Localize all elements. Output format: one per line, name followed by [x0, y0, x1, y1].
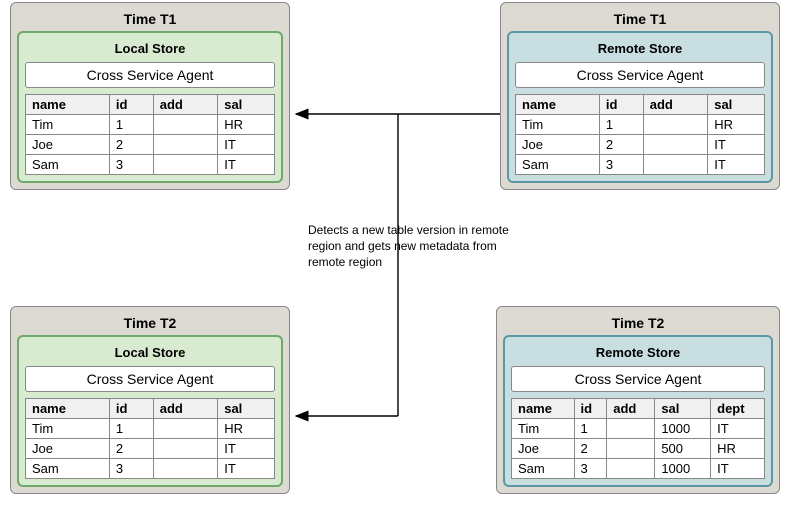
- panel-t2-remote: Time T2 Remote Store Cross Service Agent…: [496, 306, 780, 494]
- data-table-t1-local: name id add sal Tim 1 HR Joe 2 IT: [25, 94, 275, 175]
- col-id: id: [599, 95, 643, 115]
- table-row: Joe 2 IT: [26, 439, 275, 459]
- caption-text: Detects a new table version in remote re…: [308, 222, 518, 271]
- store-title: Local Store: [25, 39, 275, 62]
- col-dept: dept: [711, 399, 765, 419]
- table-header-row: name id add sal dept: [512, 399, 765, 419]
- panel-t2-local: Time T2 Local Store Cross Service Agent …: [10, 306, 290, 494]
- store-remote-t1: Remote Store Cross Service Agent name id…: [507, 31, 773, 183]
- col-id: id: [574, 399, 607, 419]
- col-name: name: [512, 399, 575, 419]
- agent-label: Cross Service Agent: [25, 62, 275, 88]
- table-row: Sam 3 IT: [516, 155, 765, 175]
- col-id: id: [109, 399, 153, 419]
- col-add: add: [643, 95, 708, 115]
- panel-t1-remote: Time T1 Remote Store Cross Service Agent…: [500, 2, 780, 190]
- agent-label: Cross Service Agent: [25, 366, 275, 392]
- panel-t1-local: Time T1 Local Store Cross Service Agent …: [10, 2, 290, 190]
- col-add: add: [153, 95, 218, 115]
- store-local-t1: Local Store Cross Service Agent name id …: [17, 31, 283, 183]
- store-title: Remote Store: [515, 39, 765, 62]
- table-row: Joe 2 IT: [516, 135, 765, 155]
- col-sal: sal: [218, 95, 275, 115]
- col-name: name: [516, 95, 600, 115]
- agent-label: Cross Service Agent: [511, 366, 765, 392]
- agent-label: Cross Service Agent: [515, 62, 765, 88]
- table-row: Sam 3 IT: [26, 155, 275, 175]
- store-title: Remote Store: [511, 343, 765, 366]
- panel-title: Time T1: [17, 9, 283, 31]
- panel-title: Time T2: [17, 313, 283, 335]
- store-local-t2: Local Store Cross Service Agent name id …: [17, 335, 283, 487]
- table-row: Tim 1 HR: [26, 419, 275, 439]
- table-row: Joe 2 500 HR: [512, 439, 765, 459]
- table-row: Tim 1 HR: [516, 115, 765, 135]
- table-row: Sam 3 IT: [26, 459, 275, 479]
- col-sal: sal: [218, 399, 275, 419]
- col-sal: sal: [708, 95, 765, 115]
- table-header-row: name id add sal: [26, 95, 275, 115]
- col-sal: sal: [655, 399, 711, 419]
- data-table-t1-remote: name id add sal Tim 1 HR Joe 2 IT: [515, 94, 765, 175]
- data-table-t2-remote: name id add sal dept Tim 1 1000 IT Joe: [511, 398, 765, 479]
- col-name: name: [26, 399, 110, 419]
- col-name: name: [26, 95, 110, 115]
- panel-title: Time T1: [507, 9, 773, 31]
- table-row: Sam 3 1000 IT: [512, 459, 765, 479]
- table-row: Joe 2 IT: [26, 135, 275, 155]
- panel-title: Time T2: [503, 313, 773, 335]
- col-id: id: [109, 95, 153, 115]
- col-add: add: [607, 399, 655, 419]
- store-remote-t2: Remote Store Cross Service Agent name id…: [503, 335, 773, 487]
- store-title: Local Store: [25, 343, 275, 366]
- col-add: add: [153, 399, 218, 419]
- table-row: Tim 1 1000 IT: [512, 419, 765, 439]
- table-header-row: name id add sal: [26, 399, 275, 419]
- table-header-row: name id add sal: [516, 95, 765, 115]
- table-row: Tim 1 HR: [26, 115, 275, 135]
- data-table-t2-local: name id add sal Tim 1 HR Joe 2 IT: [25, 398, 275, 479]
